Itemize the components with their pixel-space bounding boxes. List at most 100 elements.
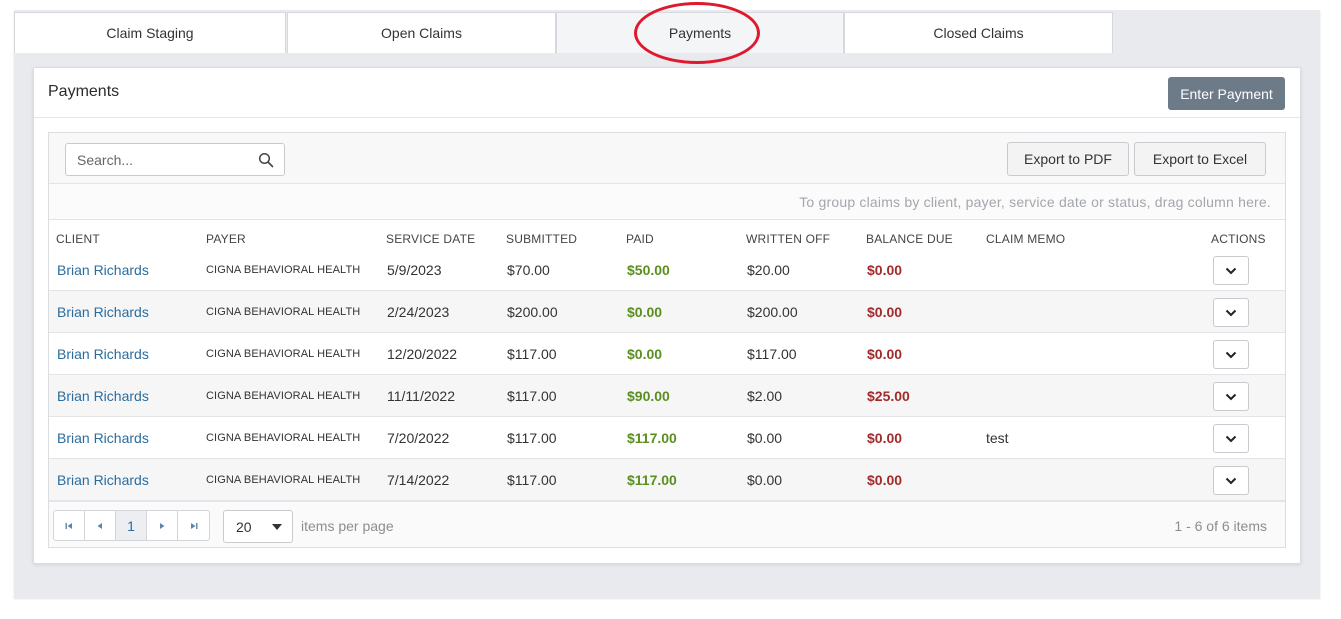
balance-due-cell: $0.00	[867, 430, 903, 446]
row-actions-button[interactable]	[1213, 382, 1249, 411]
chevron-down-icon	[1225, 351, 1237, 358]
enter-payment-button[interactable]: Enter Payment	[1168, 77, 1285, 110]
paid-cell: $117.00	[627, 430, 677, 446]
written-off-cell: $0.00	[747, 472, 783, 488]
next-page-icon	[160, 522, 165, 529]
table-row: Brian Richards CIGNA BEHAVIORAL HEALTH 5…	[49, 255, 1285, 291]
paid-cell: $0.00	[627, 304, 663, 320]
tab-label: Payments	[668, 25, 732, 41]
items-count: 1 - 6 of 6 items	[1174, 518, 1267, 534]
group-drop-area[interactable]: To group claims by client, payer, servic…	[49, 184, 1285, 220]
chevron-down-icon	[1225, 309, 1237, 316]
service-date-cell: 11/11/2022	[387, 388, 455, 404]
submitted-cell: $70.00	[507, 262, 550, 278]
column-header-service-date[interactable]: SERVICE DATE	[386, 232, 475, 246]
export-pdf-button[interactable]: Export to PDF	[1007, 142, 1129, 176]
tab-closed-claims[interactable]: Closed Claims	[844, 12, 1113, 53]
tab-label: Open Claims	[381, 25, 462, 41]
row-actions-button[interactable]	[1213, 256, 1249, 285]
submitted-cell: $117.00	[507, 388, 557, 404]
page-size-value: 20	[236, 519, 252, 535]
column-header-row: CLIENT PAYER SERVICE DATE SUBMITTED PAID…	[49, 220, 1285, 255]
prev-page-button[interactable]	[85, 511, 116, 540]
next-page-button[interactable]	[147, 511, 178, 540]
last-page-icon	[190, 522, 197, 529]
column-header-actions: ACTIONS	[1211, 232, 1266, 246]
caret-down-icon	[272, 524, 282, 530]
chevron-down-icon	[1225, 435, 1237, 442]
row-actions-button[interactable]	[1213, 340, 1249, 369]
payer-cell: CIGNA BEHAVIORAL HEALTH	[206, 474, 361, 486]
page-navigation: 1	[53, 510, 210, 541]
client-link[interactable]: Brian Richards	[57, 304, 149, 320]
row-actions-button[interactable]	[1213, 424, 1249, 453]
client-link[interactable]: Brian Richards	[57, 472, 149, 488]
client-link[interactable]: Brian Richards	[57, 262, 149, 278]
table-row: Brian Richards CIGNA BEHAVIORAL HEALTH 7…	[49, 459, 1285, 501]
claims-container: Claim Staging Open Claims Payments Close…	[14, 2, 1320, 598]
chevron-down-icon	[1225, 393, 1237, 400]
tab-claim-staging[interactable]: Claim Staging	[14, 12, 286, 53]
balance-due-cell: $0.00	[867, 304, 903, 320]
table-row: Brian Richards CIGNA BEHAVIORAL HEALTH 1…	[49, 375, 1285, 417]
tab-payments[interactable]: Payments	[556, 12, 844, 53]
claims-tabs: Claim Staging Open Claims Payments Close…	[14, 12, 1113, 53]
search-box	[65, 143, 285, 176]
page-number-button[interactable]: 1	[116, 511, 147, 540]
payer-cell: CIGNA BEHAVIORAL HEALTH	[206, 390, 361, 402]
panel-title: Payments	[48, 83, 120, 100]
chevron-down-icon	[1225, 267, 1237, 274]
service-date-cell: 2/24/2023	[387, 304, 450, 320]
search-icon[interactable]	[258, 152, 274, 168]
table-row: Brian Richards CIGNA BEHAVIORAL HEALTH 7…	[49, 417, 1285, 459]
first-page-icon	[65, 522, 72, 529]
table-row: Brian Richards CIGNA BEHAVIORAL HEALTH 1…	[49, 333, 1285, 375]
column-header-balance-due[interactable]: BALANCE DUE	[866, 232, 953, 246]
column-header-submitted[interactable]: SUBMITTED	[506, 232, 577, 246]
payer-cell: CIGNA BEHAVIORAL HEALTH	[206, 264, 361, 276]
column-header-written-off[interactable]: WRITTEN OFF	[746, 232, 830, 246]
service-date-cell: 5/9/2023	[387, 262, 442, 278]
row-actions-button[interactable]	[1213, 298, 1249, 327]
column-header-client[interactable]: CLIENT	[56, 232, 100, 246]
column-header-payer[interactable]: PAYER	[206, 232, 246, 246]
tab-label: Claim Staging	[106, 25, 194, 41]
page-size-label: items per page	[301, 518, 394, 534]
service-date-cell: 7/20/2022	[387, 430, 450, 446]
prev-page-icon	[97, 522, 102, 529]
table-body: Brian Richards CIGNA BEHAVIORAL HEALTH 5…	[49, 255, 1285, 501]
submitted-cell: $200.00	[507, 304, 558, 320]
export-excel-button[interactable]: Export to Excel	[1134, 142, 1266, 176]
tab-open-claims[interactable]: Open Claims	[287, 12, 556, 53]
payments-grid: Export to PDF Export to Excel To group c…	[48, 132, 1286, 548]
column-header-paid[interactable]: PAID	[626, 232, 654, 246]
client-link[interactable]: Brian Richards	[57, 430, 149, 446]
submitted-cell: $117.00	[507, 430, 557, 446]
first-page-button[interactable]	[54, 511, 85, 540]
grid-toolbar: Export to PDF Export to Excel	[49, 133, 1285, 184]
balance-due-cell: $0.00	[867, 472, 903, 488]
claim-memo-cell: test	[986, 430, 1009, 446]
pager: 1 20 items per page 1 - 6 of 6 items	[49, 501, 1285, 547]
submitted-cell: $117.00	[507, 472, 557, 488]
client-link[interactable]: Brian Richards	[57, 346, 149, 362]
table-row: Brian Richards CIGNA BEHAVIORAL HEALTH 2…	[49, 291, 1285, 333]
service-date-cell: 12/20/2022	[387, 346, 458, 362]
paid-cell: $117.00	[627, 472, 677, 488]
panel-header: Payments Enter Payment	[34, 68, 1300, 118]
written-off-cell: $117.00	[747, 346, 797, 362]
service-date-cell: 7/14/2022	[387, 472, 450, 488]
page-size-select[interactable]: 20	[223, 510, 293, 543]
paid-cell: $90.00	[627, 388, 670, 404]
row-actions-button[interactable]	[1213, 466, 1249, 495]
client-link[interactable]: Brian Richards	[57, 388, 149, 404]
written-off-cell: $0.00	[747, 430, 783, 446]
search-input[interactable]	[66, 144, 251, 175]
tab-label: Closed Claims	[933, 25, 1024, 41]
last-page-button[interactable]	[178, 511, 209, 540]
paid-cell: $0.00	[627, 346, 663, 362]
written-off-cell: $20.00	[747, 262, 790, 278]
payer-cell: CIGNA BEHAVIORAL HEALTH	[206, 306, 361, 318]
column-header-claim-memo[interactable]: CLAIM MEMO	[986, 232, 1065, 246]
payer-cell: CIGNA BEHAVIORAL HEALTH	[206, 348, 361, 360]
